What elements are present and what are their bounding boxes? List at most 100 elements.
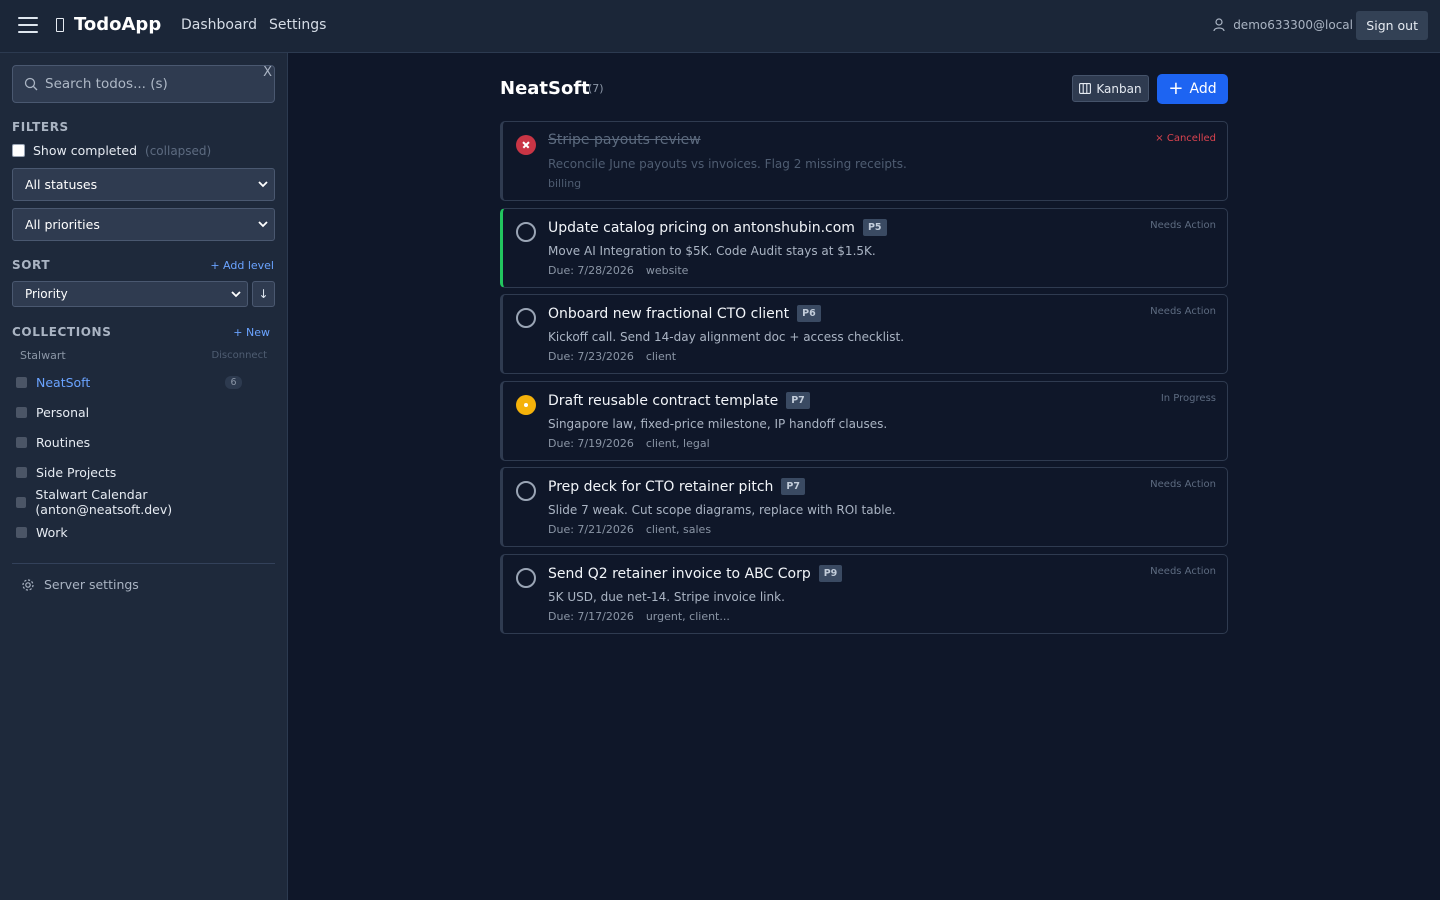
collection-item-personal[interactable]: Personal xyxy=(12,397,275,427)
sidebar: X FILTERS Show completed (collapsed) All… xyxy=(0,53,288,900)
todo-description: Kickoff call. Send 14-day alignment doc … xyxy=(548,330,905,344)
kanban-view-button[interactable]: Kanban xyxy=(1072,75,1149,102)
todo-tags: billing xyxy=(548,177,582,190)
show-completed-label[interactable]: Show completed xyxy=(33,143,137,158)
sort-title: SORT xyxy=(12,258,51,272)
todo-title: Onboard new fractional CTO client P6 xyxy=(548,305,821,322)
todo-title-text: Onboard new fractional CTO client xyxy=(548,305,790,322)
todo-description: Reconcile June payouts vs invoices. Flag… xyxy=(548,157,907,171)
todo-due: Due: 7/21/2026 xyxy=(548,523,634,536)
sign-out-button[interactable]: Sign out xyxy=(1356,11,1428,40)
collection-item-work[interactable]: Work xyxy=(12,517,275,547)
collections-title: COLLECTIONS xyxy=(12,325,112,339)
todo-tags: urgent, client... xyxy=(645,610,730,623)
todo-status: Needs Action xyxy=(1150,479,1216,490)
status-filter-select[interactable]: All statuses xyxy=(12,168,275,201)
todo-card[interactable]: Onboard new fractional CTO client P6 Kick… xyxy=(500,294,1228,374)
todo-card[interactable]: Update catalog pricing on antonshubin.co… xyxy=(500,208,1228,288)
menu-icon[interactable] xyxy=(18,17,38,35)
chevron-down-icon xyxy=(258,221,268,228)
sort-field-select[interactable]: Priority xyxy=(12,281,248,307)
top-bar: TodoApp Dashboard Settings demo633300@lo… xyxy=(0,0,1440,53)
todo-description: Slide 7 weak. Cut scope diagrams, replac… xyxy=(548,503,896,517)
todo-title: Send Q2 retainer invoice to ABC Corp P9 xyxy=(548,565,843,582)
search-input[interactable] xyxy=(45,74,245,94)
todo-title-text: Send Q2 retainer invoice to ABC Corp xyxy=(548,565,811,582)
account-label: Stalwart xyxy=(20,349,66,362)
add-sort-level-link[interactable]: + Add level xyxy=(210,259,274,272)
collection-item-side-projects[interactable]: Side Projects xyxy=(12,457,275,487)
new-collection-link[interactable]: + New xyxy=(233,326,270,339)
todo-meta: Due: 7/21/2026 client, sales xyxy=(548,523,711,536)
add-label: Add xyxy=(1189,81,1217,97)
show-completed-checkbox[interactable] xyxy=(12,144,25,157)
todo-due: Due: 7/17/2026 xyxy=(548,610,634,623)
status-toggle-circle[interactable] xyxy=(516,308,536,328)
sidebar-divider xyxy=(12,563,275,564)
priority-filter-select[interactable]: All priorities xyxy=(12,208,275,241)
server-settings-link[interactable]: Server settings xyxy=(21,577,139,592)
collection-item-routines[interactable]: Routines xyxy=(12,427,275,457)
todo-card[interactable]: Prep deck for CTO retainer pitch P7 Slide… xyxy=(500,467,1228,547)
todo-status: × Cancelled xyxy=(1155,133,1216,144)
search-box[interactable]: X xyxy=(12,65,275,103)
page-title: NeatSoft xyxy=(500,78,590,99)
todo-due: Due: 7/23/2026 xyxy=(548,350,634,363)
disconnect-link[interactable]: Disconnect xyxy=(211,350,267,361)
todo-meta: Due: 7/23/2026 client xyxy=(548,350,676,363)
clear-search-button[interactable]: X xyxy=(263,65,272,80)
priority-badge: P6 xyxy=(797,305,821,322)
todo-status: In Progress xyxy=(1160,393,1216,404)
collection-label: NeatSoft xyxy=(36,374,91,390)
status-toggle-circle[interactable] xyxy=(516,222,536,242)
todo-status: Needs Action xyxy=(1150,566,1216,577)
todo-meta: Due: 7/28/2026 website xyxy=(548,264,688,277)
todo-card[interactable]: Stripe payouts review Reconcile June pay… xyxy=(500,121,1228,201)
todo-due: Due: 7/28/2026 xyxy=(548,264,634,277)
todo-title: Prep deck for CTO retainer pitch P7 xyxy=(548,478,805,495)
todo-meta: Due: 7/19/2026 client, legal xyxy=(548,437,710,450)
priority-badge: P7 xyxy=(786,392,810,409)
priority-filter-value: All priorities xyxy=(25,217,100,232)
todo-card[interactable]: Send Q2 retainer invoice to ABC Corp P9 5… xyxy=(500,554,1228,634)
todo-title: Draft reusable contract template P7 xyxy=(548,392,810,409)
nav-settings[interactable]: Settings xyxy=(269,17,326,33)
collection-count-badge: 6 xyxy=(225,376,242,389)
nav-dashboard[interactable]: Dashboard xyxy=(181,17,257,33)
app-brand[interactable]: TodoApp xyxy=(56,14,161,35)
app-logo-icon xyxy=(56,17,64,32)
in-progress-status-icon[interactable] xyxy=(516,395,536,415)
todo-description: 5K USD, due net-14. Stripe invoice link. xyxy=(548,590,785,604)
server-settings-label: Server settings xyxy=(44,577,139,592)
collection-label: Stalwart Calendar (anton@neatsoft.dev) xyxy=(35,487,173,517)
todo-title-text: Stripe payouts review xyxy=(548,132,701,148)
todo-title-text: Draft reusable contract template xyxy=(548,392,779,409)
todo-tags: client xyxy=(645,350,677,363)
collection-item-stalwart-calendar[interactable]: Stalwart Calendar (anton@neatsoft.dev) xyxy=(12,487,275,517)
collection-color-swatch xyxy=(16,466,27,478)
status-toggle-circle[interactable] xyxy=(516,568,536,588)
user-info: demo633300@local xyxy=(1213,18,1353,32)
todo-count: (7) xyxy=(588,82,604,95)
todo-description: Move AI Integration to $5K. Code Audit s… xyxy=(548,244,876,258)
todo-due: Due: 7/19/2026 xyxy=(548,437,634,450)
collection-item-neatsoft[interactable]: NeatSoft 6 xyxy=(12,367,275,397)
collection-label: Routines xyxy=(36,434,91,450)
add-todo-button[interactable]: + Add xyxy=(1157,74,1228,104)
collection-label: Side Projects xyxy=(36,464,117,480)
collapsed-note: (collapsed) xyxy=(145,143,212,158)
status-toggle-circle[interactable] xyxy=(516,481,536,501)
priority-badge: P7 xyxy=(781,478,805,495)
collection-label: Work xyxy=(36,524,68,540)
todo-tags: website xyxy=(645,264,689,277)
chevron-down-icon xyxy=(231,291,241,298)
todo-tags: client, legal xyxy=(645,437,710,450)
todo-card[interactable]: Draft reusable contract template P7 Singa… xyxy=(500,381,1228,461)
show-completed-row[interactable]: Show completed (collapsed) xyxy=(12,143,211,158)
priority-badge: P5 xyxy=(862,219,887,236)
priority-badge: P9 xyxy=(818,565,843,582)
collection-color-swatch xyxy=(16,376,27,388)
cancelled-status-icon[interactable] xyxy=(516,135,536,155)
sort-direction-button[interactable]: ↓ xyxy=(252,281,275,307)
plus-icon: + xyxy=(1168,78,1184,99)
